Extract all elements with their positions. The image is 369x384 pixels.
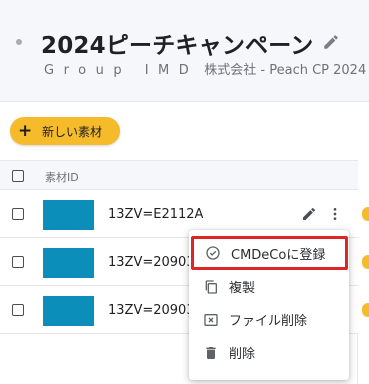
more-vert-icon[interactable] (327, 206, 343, 222)
company-name: 株式会社 - Peach CP 2024 (204, 63, 367, 78)
material-id: 13ZV=20903 (108, 303, 195, 318)
material-id: 13ZV=E2112A (108, 207, 204, 222)
material-thumbnail[interactable] (43, 296, 94, 326)
remove-file-icon (204, 313, 218, 326)
row-checkbox[interactable] (12, 256, 24, 268)
duplicate-menu-item[interactable]: 複製 (189, 270, 349, 303)
copy-icon (205, 279, 217, 294)
material-thumbnail[interactable] (43, 200, 94, 230)
edit-icon[interactable] (301, 206, 317, 222)
new-material-label: 新しい素材 (42, 124, 103, 139)
status-indicator (362, 207, 369, 221)
delete-file-menu-item[interactable]: ファイル削除 (189, 303, 349, 336)
row-checkbox[interactable] (12, 304, 24, 316)
bullet-icon (16, 39, 22, 45)
material-id: 13ZV=20903 (108, 255, 195, 270)
page-subtitle: Group IMD 株式会社 - Peach CP 2024 (44, 59, 366, 78)
menu-item-label: 削除 (229, 347, 256, 362)
delete-menu-item[interactable]: 削除 (189, 336, 349, 369)
status-indicator (362, 255, 369, 269)
status-indicator (362, 303, 369, 317)
trash-icon (206, 346, 216, 359)
plus-icon: + (18, 120, 33, 141)
org-name: Group IMD (44, 63, 199, 78)
menu-item-label: CMDeCoに登録 (231, 247, 326, 263)
page: 2024ピーチキャンペーン Group IMD 株式会社 - Peach CP 2… (0, 0, 369, 384)
menu-item-label: ファイル削除 (229, 314, 308, 329)
material-thumbnail[interactable] (43, 248, 94, 278)
select-all-checkbox[interactable] (12, 170, 24, 182)
row-context-menu: CMDeCoに登録 複製 ファイル削除 削除 (189, 230, 349, 380)
edit-title-icon[interactable] (322, 33, 340, 51)
campaign-header: 2024ピーチキャンペーン Group IMD 株式会社 - Peach CP 2… (0, 0, 369, 102)
check-circle-icon (206, 246, 220, 260)
page-title: 2024ピーチキャンペーン (41, 33, 314, 59)
new-material-button[interactable]: + 新しい素材 (10, 117, 120, 145)
column-header-material-id: 素材ID (45, 171, 79, 184)
row-checkbox[interactable] (12, 208, 24, 220)
table-header: 素材ID (0, 160, 358, 190)
register-cmdeco-menu-item[interactable]: CMDeCoに登録 (191, 236, 348, 270)
menu-item-label: 複製 (229, 281, 256, 296)
